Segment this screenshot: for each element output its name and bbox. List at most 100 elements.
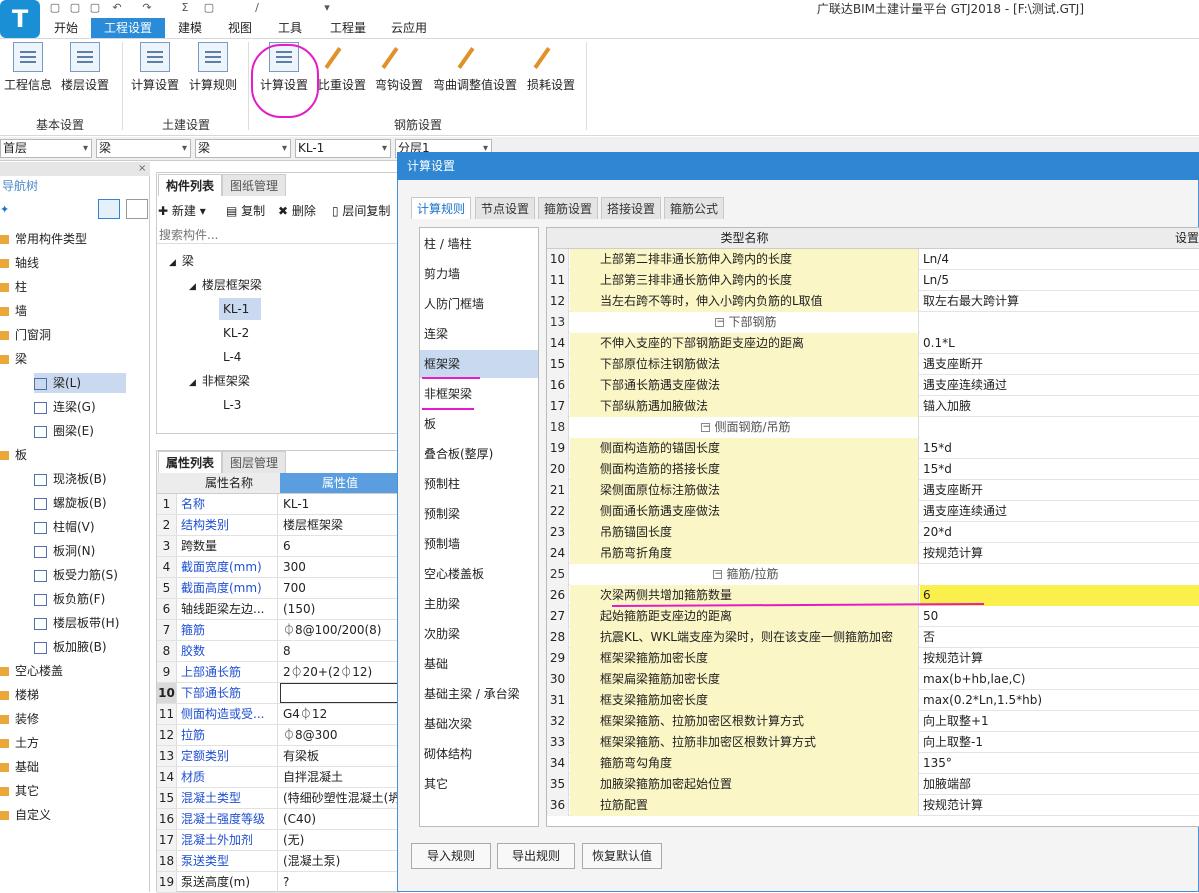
property-value[interactable]: (混凝土泵) <box>280 851 400 871</box>
grid-row[interactable]: 29 框架梁箍筋加密长度 按规范计算 <box>547 648 1199 669</box>
property-value[interactable]: 700 <box>280 578 400 598</box>
pen-icon[interactable]: ∕ <box>250 2 264 14</box>
sum-icon[interactable]: Σ <box>178 2 192 14</box>
nav-item[interactable]: 门窗洞 <box>0 325 51 345</box>
property-row[interactable]: 19 泵送高度(m)? <box>157 872 400 893</box>
nav-item[interactable]: 板加腋(B) <box>34 637 107 657</box>
grid-row[interactable]: 34 箍筋弯勾角度 135° <box>547 753 1199 774</box>
category-item[interactable]: 人防门框墙 <box>424 294 484 314</box>
nav-item[interactable]: 其它 <box>0 781 39 801</box>
setting-value[interactable]: 遇支座断开 <box>920 480 1199 501</box>
tab-calc-rules[interactable]: 计算规则 <box>411 197 472 219</box>
setting-value[interactable]: max(0.2*Ln,1.5*hb) <box>920 690 1199 711</box>
property-value[interactable]: ⏀8@100/200(8) <box>280 620 400 640</box>
tab-drawing-management[interactable]: 图纸管理 <box>222 174 287 196</box>
menu-modeling[interactable]: 建模 <box>170 18 210 38</box>
nav-item[interactable]: 柱帽(V) <box>34 517 95 537</box>
grid-row[interactable]: 31 框支梁箍筋加密长度 max(0.2*Ln,1.5*hb) <box>547 690 1199 711</box>
grid-row[interactable]: 27 起始箍筋距支座边的距离 50 <box>547 606 1199 627</box>
grid-row[interactable]: 32 框架梁箍筋、拉筋加密区根数计算方式 向上取整+1 <box>547 711 1199 732</box>
grid-row[interactable]: 28 抗震KL、WKL端支座为梁时，则在该支座一侧箍筋加密 否 <box>547 627 1199 648</box>
delete-button[interactable]: ✖ 删除 <box>278 202 316 219</box>
category-item[interactable]: 次肋梁 <box>424 624 460 644</box>
new-icon[interactable]: ▢ <box>48 2 62 14</box>
setting-value[interactable]: 20*d <box>920 522 1199 543</box>
setting-value[interactable]: 135° <box>920 753 1199 774</box>
grid-row[interactable]: 13− 下部钢筋 <box>547 312 1199 333</box>
property-value[interactable]: (特细砂塑性混凝土(坍 <box>280 788 400 808</box>
expand-icon[interactable]: ◢ <box>189 282 196 292</box>
property-row[interactable]: 4 截面宽度(mm) 300 <box>157 557 400 578</box>
grid-row[interactable]: 10 上部第二排非通长筋伸入跨内的长度 Ln/4 <box>547 249 1199 270</box>
civil-calc-settings-button[interactable]: 计算设置 <box>128 42 182 93</box>
tree-item[interactable]: KL-2 <box>219 322 253 344</box>
grid-row[interactable]: 24 吊筋弯折角度 按规范计算 <box>547 543 1199 564</box>
property-row[interactable]: 8 胶数 8 <box>157 641 400 662</box>
category-item[interactable]: 基础次梁 <box>424 714 472 734</box>
nav-item[interactable]: 板洞(N) <box>34 541 95 561</box>
project-info-button[interactable]: 工程信息 <box>2 42 54 93</box>
category-item[interactable]: 砌体结构 <box>424 744 472 764</box>
nav-item[interactable]: 板 <box>0 445 27 465</box>
tab-component-list[interactable]: 构件列表 <box>158 174 223 196</box>
property-row[interactable]: 1 名称 KL-1 <box>157 494 400 515</box>
property-row[interactable]: 11 侧面构造或受... G4⏀12 <box>157 704 400 725</box>
category-item[interactable]: 预制柱 <box>424 474 460 494</box>
close-icon[interactable]: × <box>138 163 146 174</box>
grid-row[interactable]: 36 拉筋配置 按规范计算 <box>547 795 1199 816</box>
setting-value[interactable] <box>920 564 1199 585</box>
hook-settings-button[interactable]: 弯钩设置 <box>372 42 426 93</box>
property-value[interactable]: 300 <box>280 557 400 577</box>
grid-row[interactable]: 14 不伸入支座的下部钢筋距支座边的距离 0.1*L <box>547 333 1199 354</box>
grid-row[interactable]: 16 下部通长筋遇支座做法 遇支座连续通过 <box>547 375 1199 396</box>
setting-value[interactable]: 遇支座连续通过 <box>920 501 1199 522</box>
category-item[interactable]: 基础主梁 / 承台梁 <box>424 684 520 704</box>
property-row[interactable]: 17 混凝土外加剂 (无) <box>157 830 400 851</box>
category-item[interactable]: 板 <box>424 414 436 434</box>
nav-item[interactable]: 柱 <box>0 277 27 297</box>
tab-layer-management[interactable]: 图层管理 <box>222 451 287 473</box>
property-row[interactable]: 16 混凝土强度等级 (C40) <box>157 809 400 830</box>
nav-item[interactable]: 常用构件类型 <box>0 229 87 249</box>
list-view-icon[interactable] <box>98 199 120 219</box>
setting-value[interactable]: 50 <box>920 606 1199 627</box>
restore-defaults-button[interactable]: 恢复默认值 <box>582 843 662 869</box>
category-item[interactable]: 预制梁 <box>424 504 460 524</box>
setting-value[interactable] <box>920 312 1199 333</box>
expand-icon[interactable]: ◢ <box>189 378 196 388</box>
tree-item[interactable]: ◢ 梁 <box>165 250 198 272</box>
collapse-icon[interactable]: − <box>715 318 725 327</box>
grid-row[interactable]: 18− 侧面钢筋/吊筋 <box>547 417 1199 438</box>
setting-value[interactable]: 按规范计算 <box>920 648 1199 669</box>
setting-value[interactable]: 按规范计算 <box>920 543 1199 564</box>
tree-item[interactable]: L-3 <box>219 394 245 416</box>
menu-cloud[interactable]: 云应用 <box>384 18 434 38</box>
menu-tools[interactable]: 工具 <box>270 18 310 38</box>
copy-between-floors-button[interactable]: ▯ 层间复制 <box>332 202 390 219</box>
collapse-icon[interactable]: − <box>713 570 723 579</box>
category-item[interactable]: 预制墙 <box>424 534 460 554</box>
nav-item[interactable]: 板受力筋(S) <box>34 565 118 585</box>
collapse-icon[interactable]: − <box>701 423 711 432</box>
grid-row[interactable]: 30 框架扁梁箍筋加密长度 max(b+hb,lae,C) <box>547 669 1199 690</box>
menu-project-settings[interactable]: 工程设置 <box>91 18 165 38</box>
tree-item[interactable]: L-4 <box>219 346 245 368</box>
property-value[interactable]: 自拌混凝土 <box>280 767 400 787</box>
property-row[interactable]: 3 跨数量 6 <box>157 536 400 557</box>
grid-row[interactable]: 33 框架梁箍筋、拉筋非加密区根数计算方式 向上取整-1 <box>547 732 1199 753</box>
property-value[interactable]: (150) <box>280 599 400 619</box>
density-settings-button[interactable]: 比重设置 <box>316 42 368 93</box>
expand-icon[interactable]: ◢ <box>169 258 176 268</box>
property-row[interactable]: 18 泵送类型 (混凝土泵) <box>157 851 400 872</box>
nav-item[interactable]: 板负筋(F) <box>34 589 105 609</box>
tab-stirrup-settings[interactable]: 箍筋设置 <box>538 197 599 219</box>
component-search-input[interactable] <box>157 226 400 244</box>
open-icon[interactable]: ▢ <box>68 2 82 14</box>
nav-item[interactable]: 墙 <box>0 301 27 321</box>
setting-value[interactable]: Ln/5 <box>920 270 1199 291</box>
detail-view-icon[interactable] <box>126 199 148 219</box>
category-item[interactable]: 剪力墙 <box>424 264 460 284</box>
nav-item[interactable]: 楼层板带(H) <box>34 613 119 633</box>
loss-settings-button[interactable]: 损耗设置 <box>524 42 578 93</box>
property-value[interactable]: 楼层框架梁 <box>280 515 400 535</box>
